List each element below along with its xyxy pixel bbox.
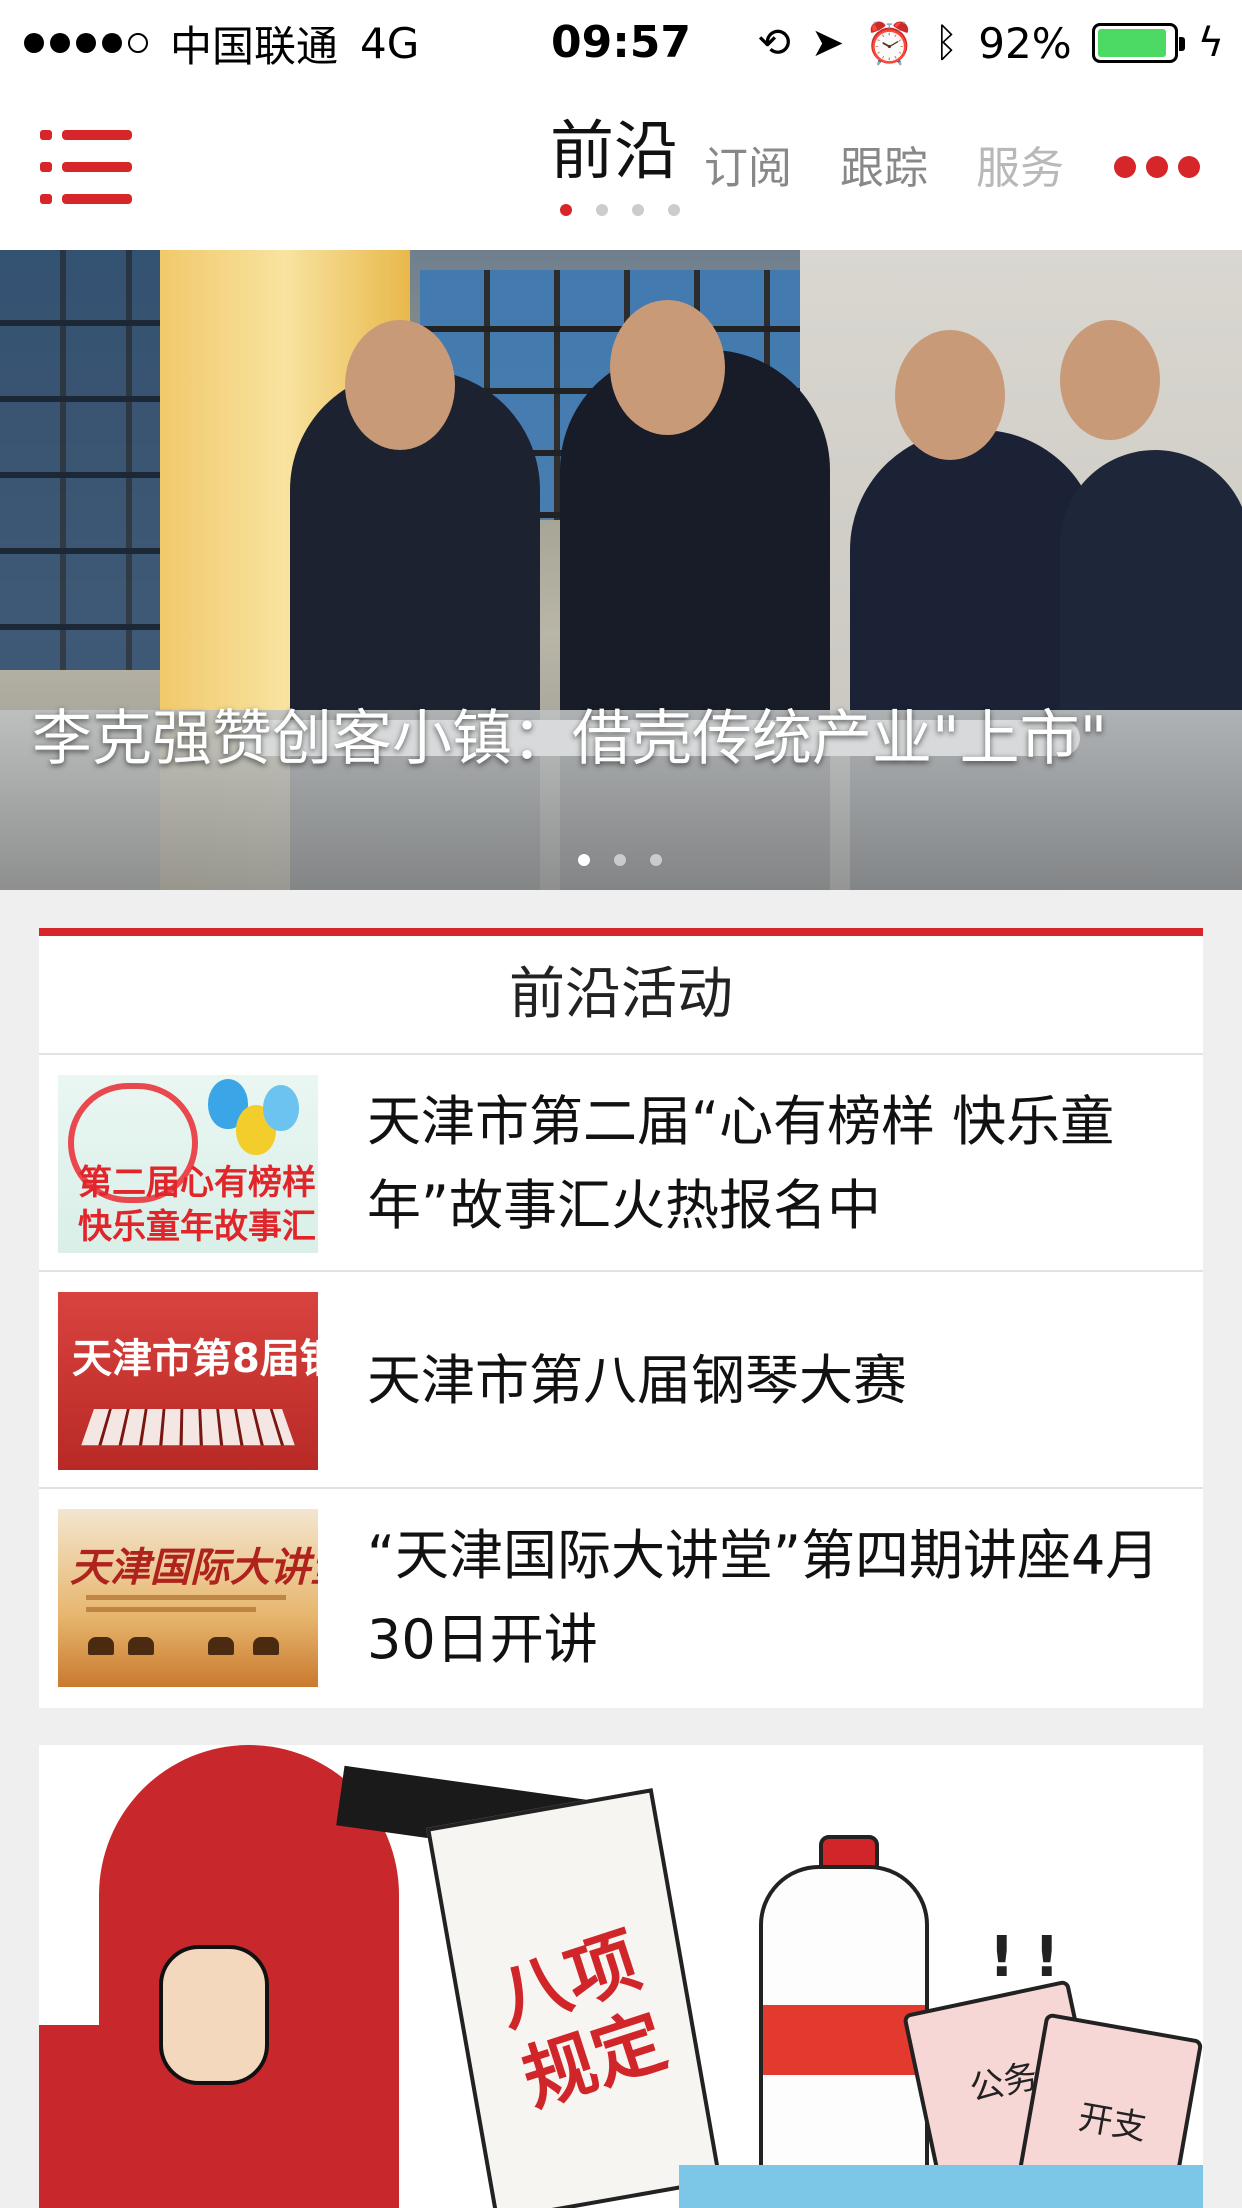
- item-title: 天津市第二届“心有榜样 快乐童年”故事汇火热报名中: [367, 1089, 1115, 1237]
- list-item[interactable]: 第二届心有榜样 快乐童年故事汇 天津市第二届“心有榜样 快乐童年”故事汇火热报名…: [39, 1053, 1203, 1270]
- orientation-lock-icon: ⟲: [757, 20, 791, 66]
- activity-section: 前沿活动 第二届心有榜样 快乐童年故事汇 天津市第二届“心有榜样 快乐童年”故事…: [39, 928, 1203, 1708]
- tab-frontier[interactable]: 前沿: [550, 86, 678, 192]
- section-title: 前沿活动: [509, 962, 733, 1027]
- hero-slide-indicator: [578, 854, 662, 866]
- battery-percent: 92%: [978, 18, 1072, 68]
- tab-page-indicator: [560, 204, 680, 216]
- battery-icon: [1091, 23, 1185, 63]
- item-thumbnail: 天津国际大讲堂: [58, 1509, 318, 1687]
- item-thumbnail: 天津市第8届钢琴大赛: [58, 1292, 318, 1470]
- channel-tabs: 前沿 订阅 跟踪 服务: [550, 86, 1112, 250]
- charging-bolt-icon: ϟ: [1197, 20, 1224, 66]
- list-item[interactable]: 天津国际大讲堂 “天津国际大讲堂”第四期讲座4月30日开讲: [39, 1487, 1203, 1704]
- more-icon[interactable]: [1114, 156, 1200, 178]
- item-title: “天津国际大讲堂”第四期讲座4月30日开讲: [367, 1523, 1160, 1671]
- bluetooth-icon: ᛒ: [934, 20, 959, 66]
- section-accent-line: [39, 928, 1203, 936]
- item-thumbnail: 第二届心有榜样 快乐童年故事汇: [58, 1075, 318, 1253]
- menu-icon[interactable]: [40, 130, 132, 204]
- hero-caption: 李克强赞创客小镇：借壳传统产业"上市": [32, 704, 1108, 774]
- hero-carousel[interactable]: 李克强赞创客小镇：借壳传统产业"上市": [0, 250, 1242, 890]
- list-item[interactable]: 天津市第8届钢琴大赛 天津市第八届钢琴大赛: [39, 1270, 1203, 1487]
- item-title: 天津市第八届钢琴大赛: [367, 1348, 907, 1412]
- status-bar: 中国联通 4G 09:57 ⟲ ➤ ⏰ ᛒ 92% ϟ: [0, 0, 1242, 86]
- top-navigation: 前沿 订阅 跟踪 服务: [0, 86, 1242, 250]
- tab-tracking[interactable]: 跟踪: [840, 86, 928, 196]
- tab-subscribe[interactable]: 订阅: [704, 86, 792, 196]
- status-right: ⟲ ➤ ⏰ ᛒ 92% ϟ: [757, 0, 1224, 86]
- promo-banner[interactable]: 八项规定 ! ! 公务 开支: [39, 1745, 1203, 2208]
- alarm-icon: ⏰: [864, 20, 915, 67]
- battery-level: [1097, 29, 1166, 57]
- app-screen: 中国联通 4G 09:57 ⟲ ➤ ⏰ ᛒ 92% ϟ 前沿 订阅 跟踪 服务 …: [0, 0, 1242, 2208]
- tab-services[interactable]: 服务: [976, 86, 1064, 196]
- location-arrow-icon: ➤: [810, 20, 845, 66]
